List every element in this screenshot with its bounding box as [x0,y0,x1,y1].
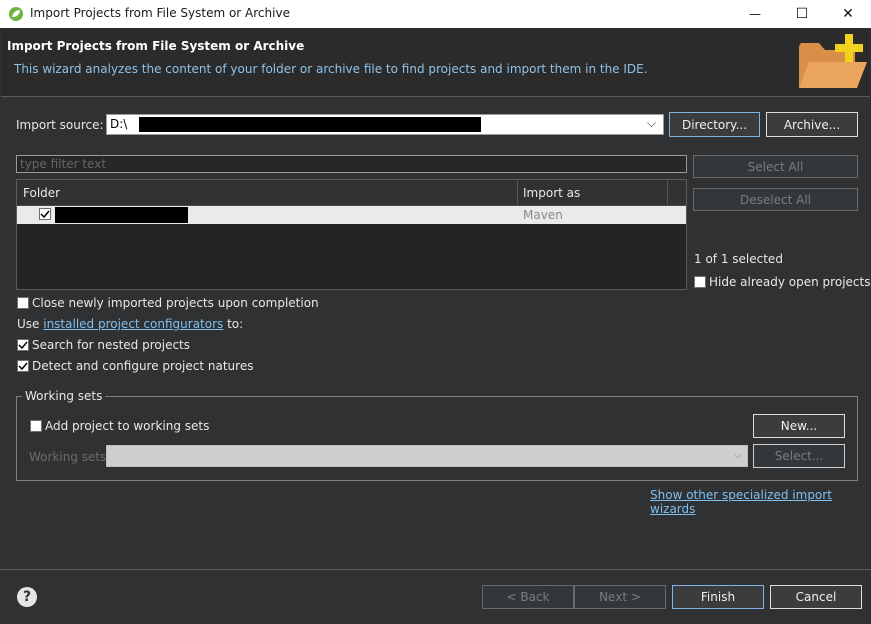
directory-button[interactable]: Directory... [669,112,760,137]
column-divider [517,180,518,205]
window-title: Import Projects from File System or Arch… [30,6,290,20]
app-leaf-icon [9,7,23,21]
configurators-line: Use installed project configurators to: [17,317,244,331]
selection-count: 1 of 1 selected [694,252,783,266]
close-after-label[interactable]: Close newly imported projects upon compl… [32,296,319,310]
search-nested-checkbox[interactable] [17,339,29,351]
working-sets-combo[interactable]: ⌵ [106,445,748,467]
cancel-button[interactable]: Cancel [770,585,862,609]
maximize-button[interactable]: ☐ [779,0,825,28]
column-folder[interactable]: Folder [23,186,60,200]
filter-placeholder: type filter text [20,157,107,171]
redacted-folder-name [55,207,188,223]
finish-button[interactable]: Finish [672,585,764,609]
detect-natures-label[interactable]: Detect and configure project natures [32,359,253,373]
wizard-title: Import Projects from File System or Arch… [7,39,305,53]
check-icon [40,210,50,219]
check-icon [18,362,28,371]
working-sets-group [16,396,858,481]
table-row[interactable]: Maven [17,206,686,224]
close-icon: ✕ [842,6,854,22]
import-source-label: Import source: [16,118,104,132]
wizard-description: This wizard analyzes the content of your… [14,62,648,76]
close-button[interactable]: ✕ [825,0,871,28]
import-source-combo[interactable]: D:\ ⌵ [106,114,664,135]
import-source-value: D:\ [110,117,128,131]
new-working-set-button[interactable]: New... [753,414,845,438]
window-title-bar: Import Projects from File System or Arch… [0,0,871,28]
chevron-down-icon: ⌵ [733,447,743,461]
hide-open-label[interactable]: Hide already open projects [709,275,870,289]
maximize-icon: ☐ [795,6,809,22]
working-sets-group-label: Working sets [22,389,106,403]
import-folder-icon [799,34,867,88]
projects-table: Folder Import as Maven [16,179,687,290]
add-working-sets-checkbox[interactable] [30,420,42,432]
add-working-sets-label[interactable]: Add project to working sets [45,419,209,433]
detect-natures-checkbox[interactable] [17,360,29,372]
help-icon[interactable]: ? [17,587,37,607]
check-icon [18,341,28,350]
wizard-header: Import Projects from File System or Arch… [1,29,870,97]
column-divider [667,180,668,205]
table-header: Folder Import as [17,180,686,206]
row-checkbox[interactable] [39,208,51,220]
select-working-set-button[interactable]: Select... [753,444,845,468]
configurators-link[interactable]: installed project configurators [43,317,223,331]
search-nested-label[interactable]: Search for nested projects [32,338,190,352]
filter-field[interactable]: type filter text [16,155,687,173]
deselect-all-button[interactable]: Deselect All [693,188,858,211]
close-after-checkbox[interactable] [17,297,29,309]
next-button[interactable]: Next > [574,585,666,609]
back-button[interactable]: < Back [482,585,574,609]
archive-button[interactable]: Archive... [766,112,858,137]
working-sets-label: Working sets: [29,450,111,464]
minimize-icon: — [749,7,761,21]
specialized-wizards-link[interactable]: Show other specialized import wizards [650,488,871,516]
column-import-as[interactable]: Import as [523,186,580,200]
minimize-button[interactable]: — [732,0,778,28]
row-import-as: Maven [523,208,563,222]
wizard-footer: ? < Back Next > Finish Cancel [0,569,871,624]
chevron-down-icon[interactable]: ⌵ [647,116,656,131]
hide-open-checkbox[interactable] [694,276,706,288]
redacted-path [139,117,481,132]
select-all-button[interactable]: Select All [693,155,858,178]
